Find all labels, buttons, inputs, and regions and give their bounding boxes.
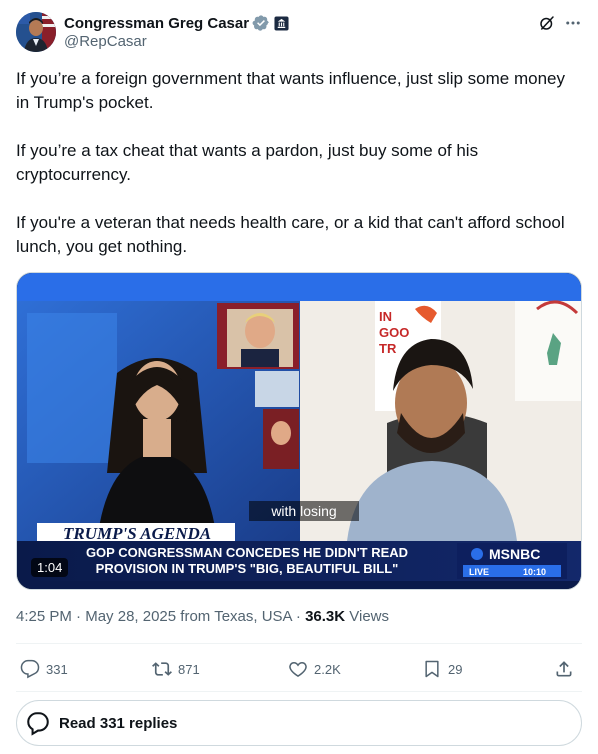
video-caption: with losing — [270, 503, 336, 519]
share-button[interactable] — [554, 654, 580, 684]
tweet-location: from Texas, USA — [176, 608, 292, 625]
segment-title: TRUMP'S AGENDA — [63, 524, 211, 543]
repost-button[interactable]: 871 — [152, 654, 200, 684]
tweet-paragraph: If you're a veteran that needs health ca… — [16, 213, 565, 256]
grok-icon[interactable] — [538, 14, 556, 32]
headline-line-1: GOP CONGRESSMAN CONCEDES HE DIDN'T READ — [86, 545, 408, 560]
tweet-header: Congressman Greg Casar @RepCasar — [16, 12, 582, 54]
reply-button[interactable]: 331 — [20, 654, 68, 684]
svg-text:GOO: GOO — [379, 325, 409, 340]
network-logo: MSNBC — [489, 546, 540, 562]
read-replies-label: Read 331 replies — [59, 714, 178, 732]
author-avatar[interactable] — [16, 12, 56, 52]
verified-badge-icon — [252, 15, 269, 31]
tweet-time[interactable]: 4:25 PM — [16, 608, 72, 625]
svg-text:IN: IN — [379, 309, 392, 324]
views-label: Views — [345, 608, 390, 625]
bookmark-icon — [425, 660, 439, 678]
tweet-meta: 4:25 PM · May 28, 2025 from Texas, USA ·… — [16, 608, 389, 625]
reply-bubble-icon — [27, 712, 49, 736]
author-display-name[interactable]: Congressman Greg Casar — [64, 15, 249, 32]
live-label: LIVE — [469, 567, 489, 577]
divider — [16, 691, 582, 692]
like-button[interactable]: 2.2K — [288, 654, 341, 684]
share-icon — [556, 661, 572, 677]
reply-icon — [20, 659, 40, 679]
read-replies-button[interactable]: Read 331 replies — [16, 700, 582, 746]
video-thumbnail: IN GOO TR with losing TRUMP'S AGENDA GOP… — [17, 273, 581, 589]
reply-count: 331 — [46, 661, 68, 677]
meta-separator: · — [71, 608, 86, 625]
video-duration: 1:04 — [31, 558, 69, 577]
video-player[interactable]: IN GOO TR with losing TRUMP'S AGENDA GOP… — [16, 272, 582, 590]
svg-text:TR: TR — [379, 341, 397, 356]
tweet-paragraph: If you’re a tax cheat that wants a pardo… — [16, 141, 479, 184]
meta-separator: · — [291, 608, 306, 625]
tweet-date[interactable]: May 28, 2025 — [85, 608, 176, 625]
views-count[interactable]: 36.3K — [305, 608, 345, 625]
divider — [16, 643, 582, 644]
tweet-paragraph: If you’re a foreign government that want… — [16, 69, 566, 112]
live-time: 10:10 — [523, 567, 546, 577]
government-badge-icon — [274, 15, 289, 31]
headline-line-2: PROVISION IN TRUMP'S "BIG, BEAUTIFUL BIL… — [96, 561, 399, 576]
tweet-text: If you’re a foreign government that want… — [16, 67, 582, 259]
repost-count: 871 — [178, 661, 200, 677]
heart-icon — [289, 661, 307, 677]
author-handle[interactable]: @RepCasar — [64, 33, 147, 50]
like-count: 2.2K — [314, 661, 341, 677]
repost-icon — [152, 662, 172, 676]
bookmark-count: 29 — [448, 661, 463, 677]
bookmark-button[interactable]: 29 — [422, 654, 462, 684]
action-bar: 331 871 2.2K 29 — [16, 654, 582, 684]
more-icon[interactable] — [564, 14, 582, 32]
